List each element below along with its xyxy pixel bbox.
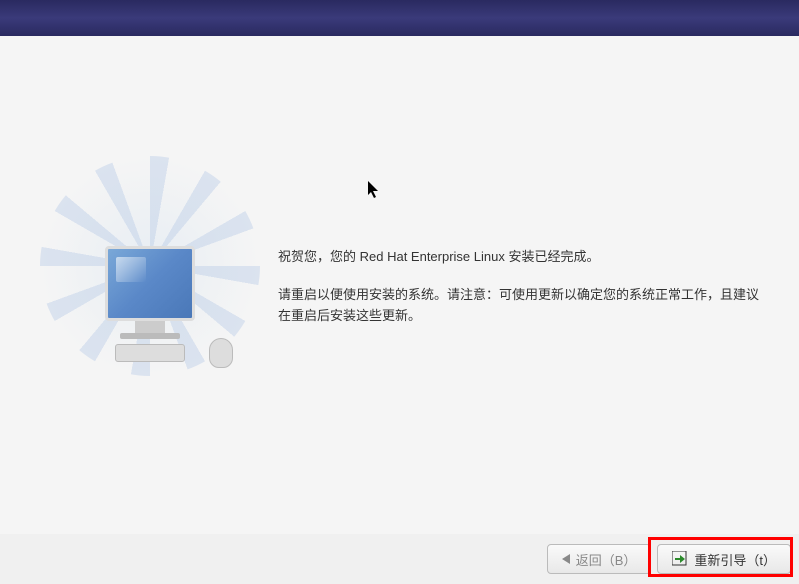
back-button[interactable]: 返回（B） [547,544,652,574]
footer-buttons: 返回（B） 重新引导（t） [0,534,799,584]
message-area: 祝贺您，您的 Red Hat Enterprise Linux 安装已经完成。 … [278,246,769,327]
cursor-icon [368,181,382,204]
instructions-text: 请重启以便使用安装的系统。请注意：可使用更新以确定您的系统正常工作，且建议在重启… [278,285,769,327]
computer-icon [85,246,215,376]
arrow-left-icon [562,554,570,564]
header-band [0,0,799,36]
monitor-stand [135,321,165,333]
congratulations-text: 祝贺您，您的 Red Hat Enterprise Linux 安装已经完成。 [278,246,769,265]
mouse-icon [209,338,233,368]
monitor-icon [105,246,195,321]
monitor-base [120,333,180,339]
reboot-button[interactable]: 重新引导（t） [657,544,791,574]
keyboard-icon [115,344,185,362]
content-area: 祝贺您，您的 Red Hat Enterprise Linux 安装已经完成。 … [0,36,799,534]
reboot-icon [672,551,688,567]
back-button-label: 返回（B） [576,550,637,569]
reboot-button-label: 重新引导（t） [694,550,776,569]
